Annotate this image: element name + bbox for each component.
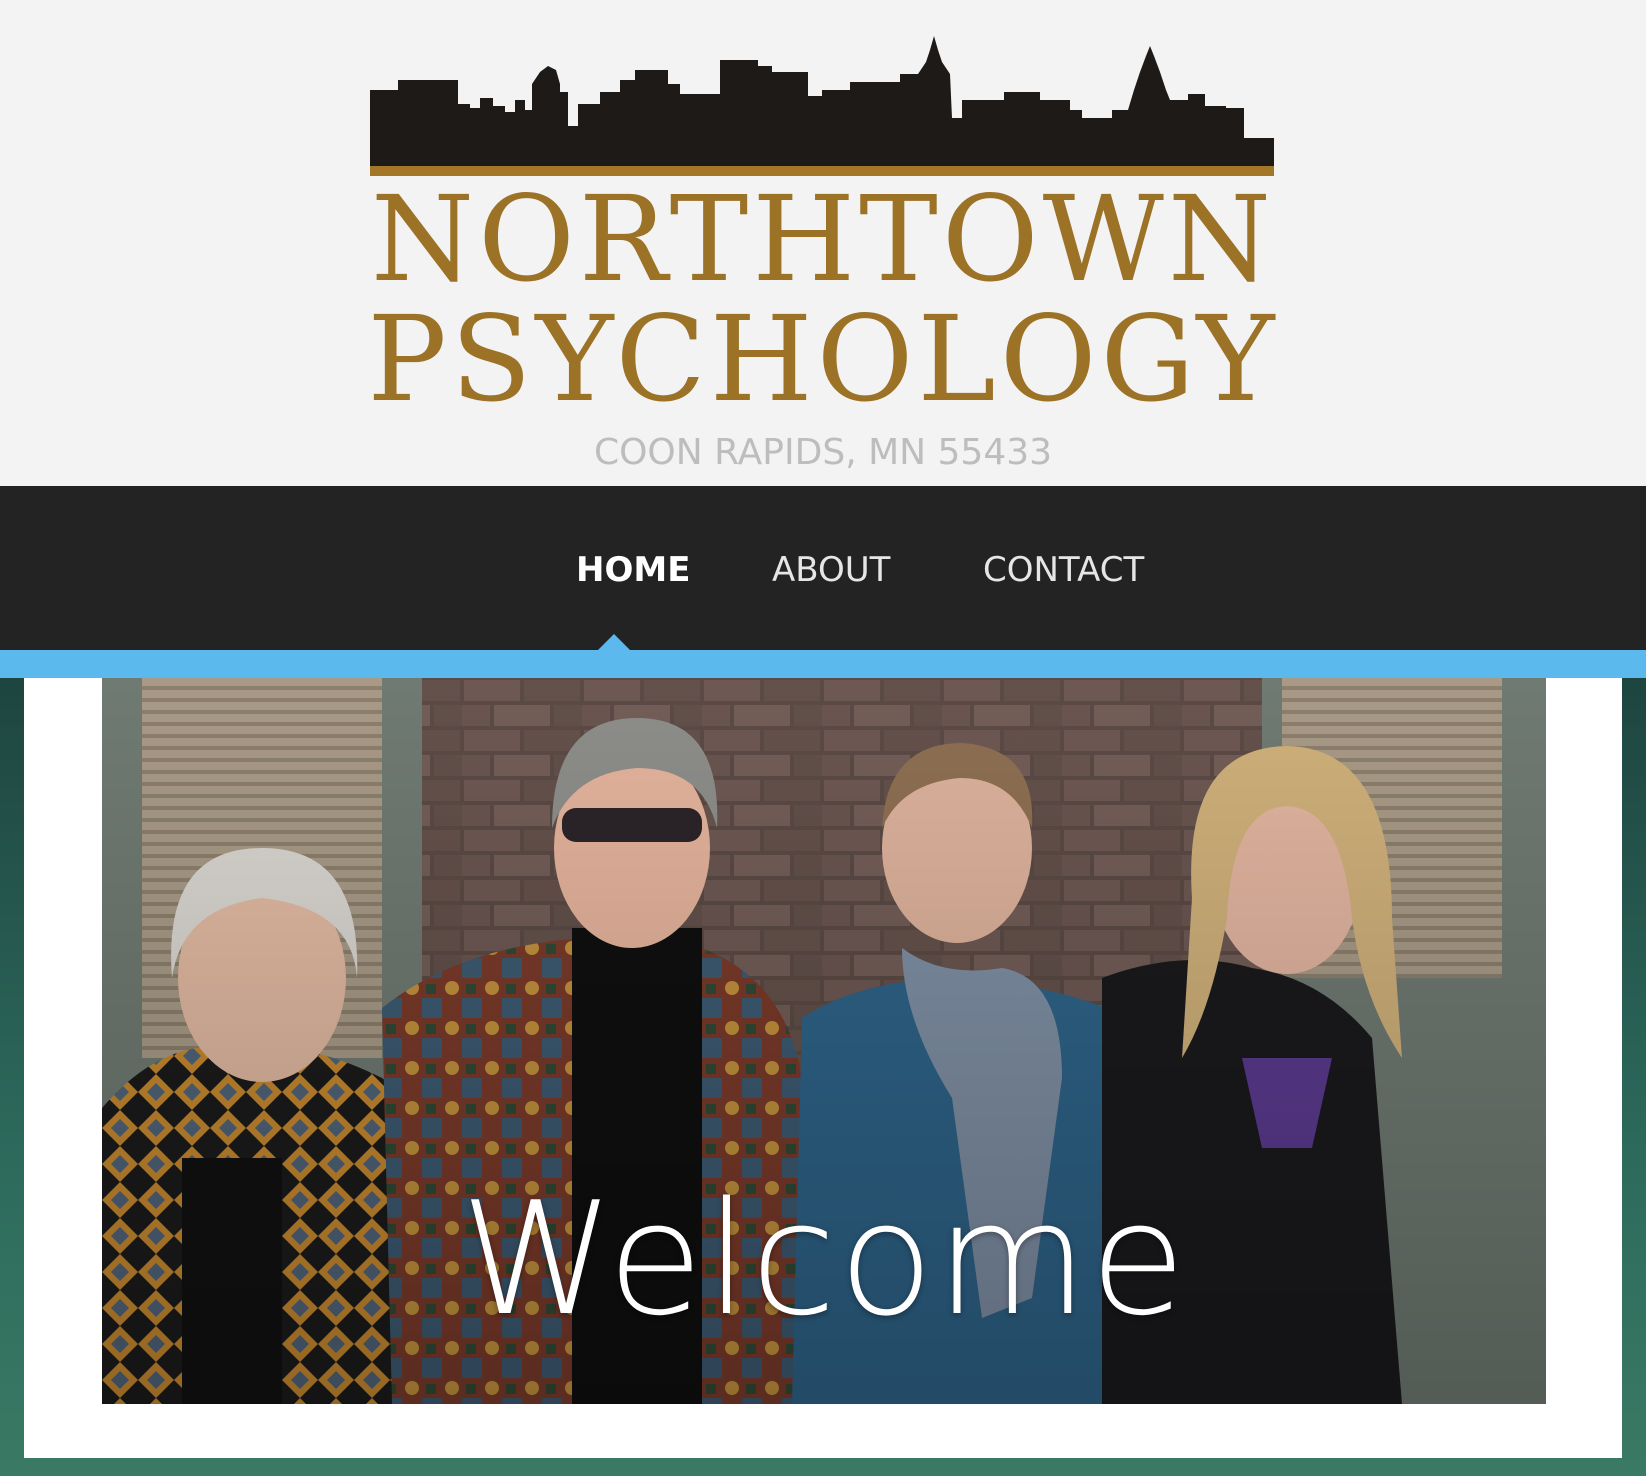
- nav-item-home[interactable]: HOME: [576, 549, 690, 591]
- logo-wordmark-line2: PSYCHOLOGY: [367, 290, 1279, 428]
- location-tagline: COON RAPIDS, MN 55433: [593, 432, 1053, 473]
- accent-bar: [0, 650, 1646, 678]
- nav-item-contact[interactable]: CONTACT: [983, 549, 1144, 591]
- logo-wordmark-line1: NORTHTOWN: [370, 170, 1276, 308]
- active-nav-indicator: [597, 634, 631, 651]
- nav-item-about[interactable]: ABOUT: [772, 549, 890, 591]
- site-logo[interactable]: NORTHTOWN PSYCHOLOGY: [0, 0, 1646, 428]
- hero-heading: Welcome: [460, 1168, 1188, 1350]
- hero-banner: Welcome: [102, 678, 1546, 1404]
- site-header: NORTHTOWN PSYCHOLOGY COON RAPIDS, MN 554…: [0, 0, 1646, 486]
